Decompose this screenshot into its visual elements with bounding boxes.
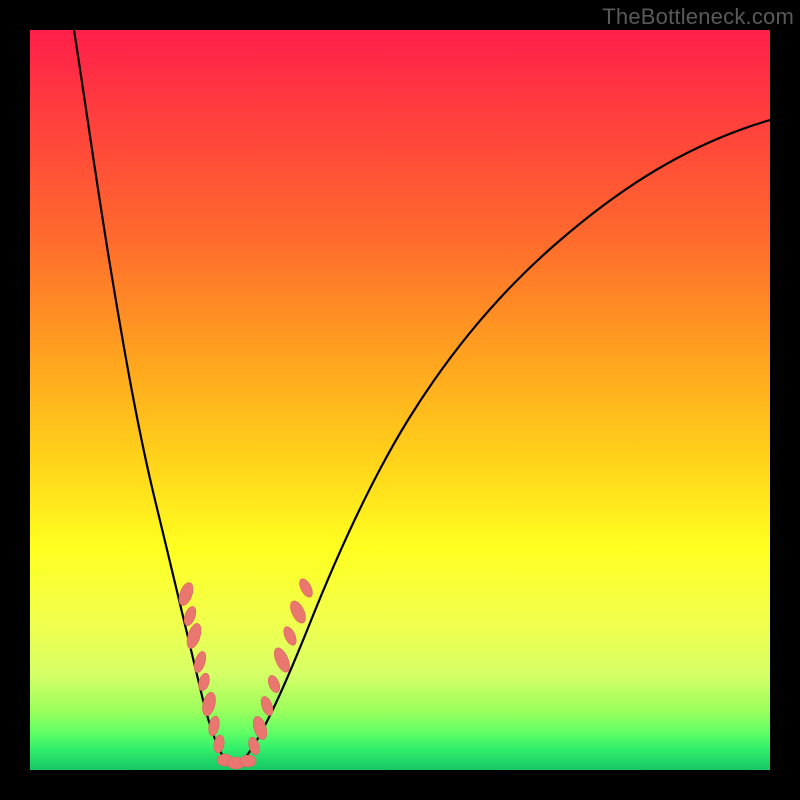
watermark-text: TheBottleneck.com	[602, 4, 794, 30]
outer-frame: TheBottleneck.com	[0, 0, 800, 800]
bead-right	[266, 674, 282, 694]
bead-bottom	[240, 755, 256, 767]
bead-left	[197, 672, 212, 692]
plot-area	[30, 30, 770, 770]
bead-right	[259, 695, 275, 717]
curve-layer	[30, 30, 770, 770]
bead-right	[287, 599, 308, 626]
bead-right	[297, 577, 315, 599]
bead-right	[281, 625, 299, 647]
bottleneck-curve	[74, 30, 770, 764]
